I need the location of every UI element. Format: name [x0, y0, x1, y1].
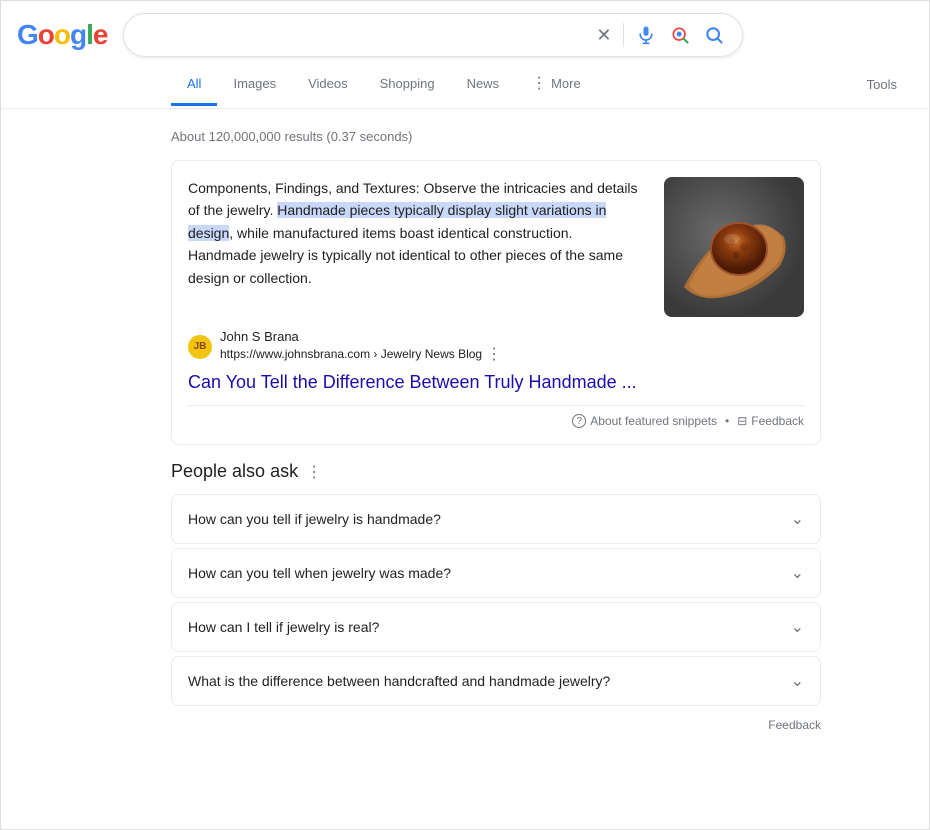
- snippet-image: [664, 177, 804, 317]
- lens-button[interactable]: [668, 23, 692, 47]
- search-icons: ✕: [594, 23, 726, 48]
- about-snippets-label: About featured snippets: [590, 414, 717, 428]
- tools-tab[interactable]: Tools: [859, 65, 905, 104]
- nav-tabs: All Images Videos Shopping News ⋮ More T…: [1, 61, 929, 109]
- source-favicon: JB: [188, 335, 212, 359]
- tab-all-label: All: [187, 76, 201, 91]
- bottom-feedback-label: Feedback: [768, 718, 821, 732]
- bullet-separator: •: [725, 414, 729, 428]
- source-name: John S Brana: [220, 329, 804, 344]
- mic-icon: [636, 25, 656, 45]
- tab-all[interactable]: All: [171, 64, 217, 106]
- mic-button[interactable]: [634, 23, 658, 47]
- paa-question-1: How can you tell when jewelry was made?: [188, 565, 451, 581]
- paa-question-3: What is the difference between handcraft…: [188, 673, 610, 689]
- paa-question-0: How can you tell if jewelry is handmade?: [188, 511, 441, 527]
- about-snippets-item[interactable]: ? About featured snippets: [572, 414, 717, 428]
- results-count: About 120,000,000 results (0.37 seconds): [171, 117, 861, 160]
- lens-icon: [670, 25, 690, 45]
- paa-question-2: How can I tell if jewelry is real?: [188, 619, 379, 635]
- tab-images[interactable]: Images: [217, 64, 292, 106]
- snippet-content: Components, Findings, and Textures: Obse…: [188, 177, 804, 317]
- tab-more-label: More: [551, 76, 581, 91]
- tab-videos-label: Videos: [308, 76, 348, 91]
- search-button[interactable]: [702, 23, 726, 47]
- paa-item-3[interactable]: What is the difference between handcraft…: [171, 656, 821, 706]
- snippet-text: Components, Findings, and Textures: Obse…: [188, 177, 644, 289]
- divider: [623, 23, 624, 47]
- paa-item-2[interactable]: How can I tell if jewelry is real? ⌄: [171, 602, 821, 652]
- paa-header: People also ask ⋮: [171, 461, 821, 482]
- question-circle-icon: ?: [572, 414, 586, 428]
- clear-button[interactable]: ✕: [594, 23, 613, 48]
- tab-shopping[interactable]: Shopping: [364, 64, 451, 106]
- chevron-down-icon-0: ⌄: [791, 509, 804, 529]
- snippet-footer: ? About featured snippets • ⊟ Feedback: [188, 405, 804, 428]
- tab-news[interactable]: News: [451, 64, 516, 106]
- jewelry-image-svg: [664, 177, 804, 317]
- search-input[interactable]: how to see if jewelry is handmade: [140, 26, 586, 44]
- paa-item-0[interactable]: How can you tell if jewelry is handmade?…: [171, 494, 821, 544]
- tools-label: Tools: [867, 77, 897, 92]
- people-also-ask-section: People also ask ⋮ How can you tell if je…: [171, 461, 821, 706]
- feedback-label: Feedback: [751, 414, 804, 428]
- search-bar: how to see if jewelry is handmade ✕: [123, 13, 743, 57]
- paa-title: People also ask: [171, 461, 298, 482]
- featured-snippet: Components, Findings, and Textures: Obse…: [171, 160, 821, 445]
- google-logo: Google: [17, 19, 107, 51]
- header: Google how to see if jewelry is handmade…: [1, 1, 929, 57]
- paa-three-dot-icon[interactable]: ⋮: [306, 462, 322, 482]
- bottom-feedback[interactable]: Feedback: [171, 710, 821, 740]
- three-dots-icon: ⋮: [531, 73, 547, 93]
- main-content: About 120,000,000 results (0.37 seconds)…: [1, 109, 861, 740]
- source-url-text[interactable]: https://www.johnsbrana.com › Jewelry New…: [220, 347, 482, 361]
- snippet-text-after: , while manufactured items boast identic…: [188, 225, 623, 286]
- chevron-down-icon-1: ⌄: [791, 563, 804, 583]
- source-row: JB John S Brana https://www.johnsbrana.c…: [188, 329, 804, 364]
- chevron-down-icon-2: ⌄: [791, 617, 804, 637]
- feedback-item[interactable]: ⊟ Feedback: [737, 414, 804, 428]
- tab-news-label: News: [467, 76, 500, 91]
- result-title-link[interactable]: Can You Tell the Difference Between Trul…: [188, 372, 804, 393]
- result-title-text: Can You Tell the Difference Between Trul…: [188, 372, 637, 392]
- chevron-down-icon-3: ⌄: [791, 671, 804, 691]
- paa-item-1[interactable]: How can you tell when jewelry was made? …: [171, 548, 821, 598]
- tab-shopping-label: Shopping: [380, 76, 435, 91]
- tab-images-label: Images: [233, 76, 276, 91]
- search-icon: [704, 25, 724, 45]
- source-info: John S Brana https://www.johnsbrana.com …: [220, 329, 804, 364]
- source-three-dot-icon[interactable]: ⋮: [486, 344, 502, 364]
- tab-more[interactable]: ⋮ More: [515, 61, 597, 108]
- feedback-icon: ⊟: [737, 414, 747, 428]
- source-url: https://www.johnsbrana.com › Jewelry New…: [220, 344, 804, 364]
- tab-videos[interactable]: Videos: [292, 64, 364, 106]
